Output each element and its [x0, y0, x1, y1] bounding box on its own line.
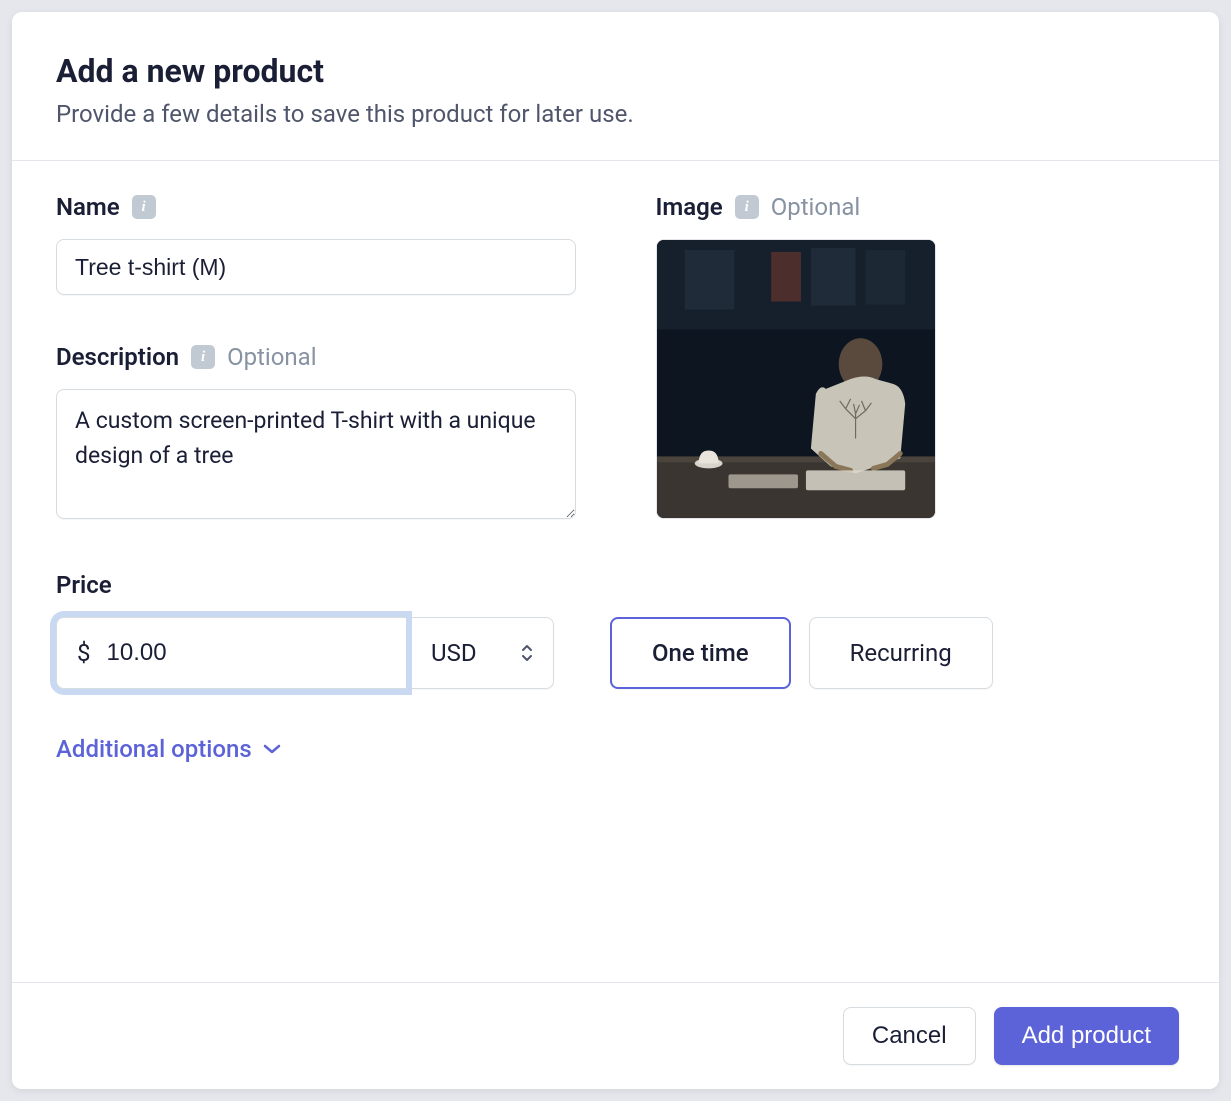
- billing-one-time-button[interactable]: One time: [610, 617, 791, 689]
- image-field: Image i Optional: [656, 193, 1176, 519]
- modal-subtitle: Provide a few details to save this produ…: [56, 100, 1175, 128]
- currency-label: USD: [431, 639, 477, 667]
- billing-recurring-button[interactable]: Recurring: [809, 617, 993, 689]
- currency-select[interactable]: USD: [406, 617, 554, 689]
- name-input[interactable]: [56, 239, 576, 295]
- name-label: Name: [56, 193, 120, 221]
- price-input-group: $ USD: [56, 617, 554, 689]
- cancel-button[interactable]: Cancel: [843, 1007, 976, 1065]
- description-input[interactable]: [56, 389, 576, 519]
- price-field: Price $ USD: [56, 571, 1175, 763]
- billing-toggle: One time Recurring: [610, 617, 993, 689]
- price-input[interactable]: [107, 639, 387, 667]
- add-product-modal: Add a new product Provide a few details …: [12, 12, 1219, 1089]
- price-input-wrapper[interactable]: $: [56, 617, 406, 689]
- modal-body: Name i Description i Optional: [12, 161, 1219, 982]
- optional-label: Optional: [771, 193, 861, 221]
- description-field: Description i Optional: [56, 343, 576, 523]
- modal-header: Add a new product Provide a few details …: [12, 12, 1219, 161]
- modal-footer: Cancel Add product: [12, 982, 1219, 1089]
- image-label: Image: [656, 193, 723, 221]
- info-icon[interactable]: i: [735, 195, 759, 219]
- currency-symbol: $: [77, 639, 91, 667]
- optional-label: Optional: [227, 343, 317, 371]
- info-icon[interactable]: i: [132, 195, 156, 219]
- name-field: Name i: [56, 193, 576, 295]
- add-product-button[interactable]: Add product: [994, 1007, 1179, 1065]
- image-preview[interactable]: [656, 239, 936, 519]
- price-label: Price: [56, 571, 112, 599]
- modal-title: Add a new product: [56, 52, 1175, 90]
- description-label: Description: [56, 343, 179, 371]
- additional-options-toggle[interactable]: Additional options: [56, 735, 1175, 763]
- chevron-updown-icon: [521, 644, 533, 662]
- chevron-down-icon: [262, 743, 282, 755]
- info-icon[interactable]: i: [191, 345, 215, 369]
